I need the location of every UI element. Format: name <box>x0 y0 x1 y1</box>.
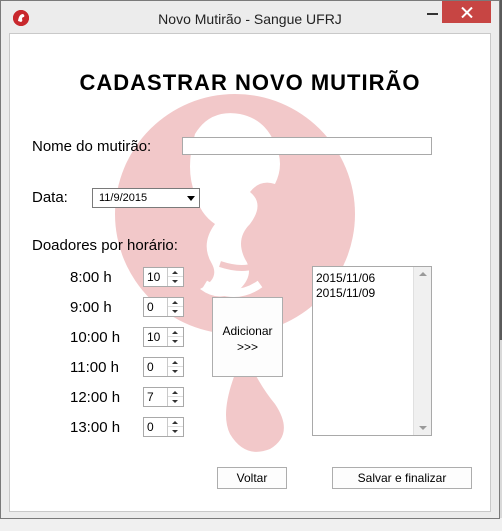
chevron-down-icon[interactable] <box>187 196 195 201</box>
title-bar[interactable]: Novo Mutirão - Sangue UFRJ <box>1 1 499 33</box>
stepper-up-icon[interactable] <box>168 418 183 427</box>
add-button-arrows: >>> <box>236 340 259 354</box>
stepper-down-icon[interactable] <box>168 397 183 406</box>
window-title: Novo Mutirão - Sangue UFRJ <box>158 11 342 27</box>
background-window-status <box>0 518 502 531</box>
stepper-up-icon[interactable] <box>168 298 183 307</box>
date-label: Data: <box>32 189 68 206</box>
minimize-icon[interactable] <box>427 13 438 15</box>
stepper-down-icon[interactable] <box>168 367 183 376</box>
donors-stepper-0900[interactable]: 0 <box>143 297 184 317</box>
stepper-value: 0 <box>147 360 154 374</box>
page-title: CADASTRAR NOVO MUTIRÃO <box>79 70 421 95</box>
stepper-value: 0 <box>147 300 154 314</box>
date-picker[interactable]: 11/9/2015 <box>92 188 200 208</box>
hour-label: 9:00 h <box>70 299 112 316</box>
name-label: Nome do mutirão: <box>32 138 152 155</box>
stepper-value: 0 <box>147 420 154 434</box>
form-panel: CADASTRAR NOVO MUTIRÃO Nome do mutirão: … <box>9 33 491 512</box>
hour-label: 12:00 h <box>70 389 121 406</box>
stepper-up-icon[interactable] <box>168 268 183 277</box>
close-icon <box>461 7 473 18</box>
add-button[interactable]: Adicionar >>> <box>212 297 283 377</box>
stepper-up-icon[interactable] <box>168 388 183 397</box>
donors-stepper-1300[interactable]: 0 <box>143 417 184 437</box>
scroll-down-icon[interactable] <box>419 426 427 430</box>
hour-label: 10:00 h <box>70 329 121 346</box>
hour-label: 11:00 h <box>70 359 119 376</box>
stepper-down-icon[interactable] <box>168 337 183 346</box>
stepper-value: 10 <box>147 330 161 344</box>
added-dates-list[interactable]: 2015/11/06 2015/11/09 <box>312 266 432 436</box>
stepper-value: 10 <box>147 270 161 284</box>
stepper-down-icon[interactable] <box>168 277 183 286</box>
donors-stepper-0800[interactable]: 10 <box>143 267 184 287</box>
donors-stepper-1200[interactable]: 7 <box>143 387 184 407</box>
save-finish-button[interactable]: Salvar e finalizar <box>332 467 472 489</box>
stepper-up-icon[interactable] <box>168 328 183 337</box>
app-window: Novo Mutirão - Sangue UFRJ CADASTRAR NOV… <box>0 0 500 519</box>
hour-label: 8:00 h <box>70 269 112 286</box>
stepper-down-icon[interactable] <box>168 307 183 316</box>
list-item[interactable]: 2015/11/06 <box>316 271 375 285</box>
list-scrollbar[interactable] <box>413 267 431 435</box>
list-item[interactable]: 2015/11/09 <box>316 286 375 300</box>
scroll-up-icon[interactable] <box>419 272 427 276</box>
stepper-down-icon[interactable] <box>168 427 183 436</box>
date-value: 11/9/2015 <box>99 192 148 204</box>
name-input[interactable] <box>182 137 432 155</box>
back-button[interactable]: Voltar <box>217 467 287 489</box>
add-button-label: Adicionar <box>222 324 273 338</box>
donors-label: Doadores por horário: <box>32 237 178 254</box>
close-button[interactable] <box>442 1 491 23</box>
stepper-value: 7 <box>147 390 154 404</box>
stepper-up-icon[interactable] <box>168 358 183 367</box>
hour-label: 13:00 h <box>70 419 121 436</box>
donors-stepper-1100[interactable]: 0 <box>143 357 184 377</box>
donors-stepper-1000[interactable]: 10 <box>143 327 184 347</box>
